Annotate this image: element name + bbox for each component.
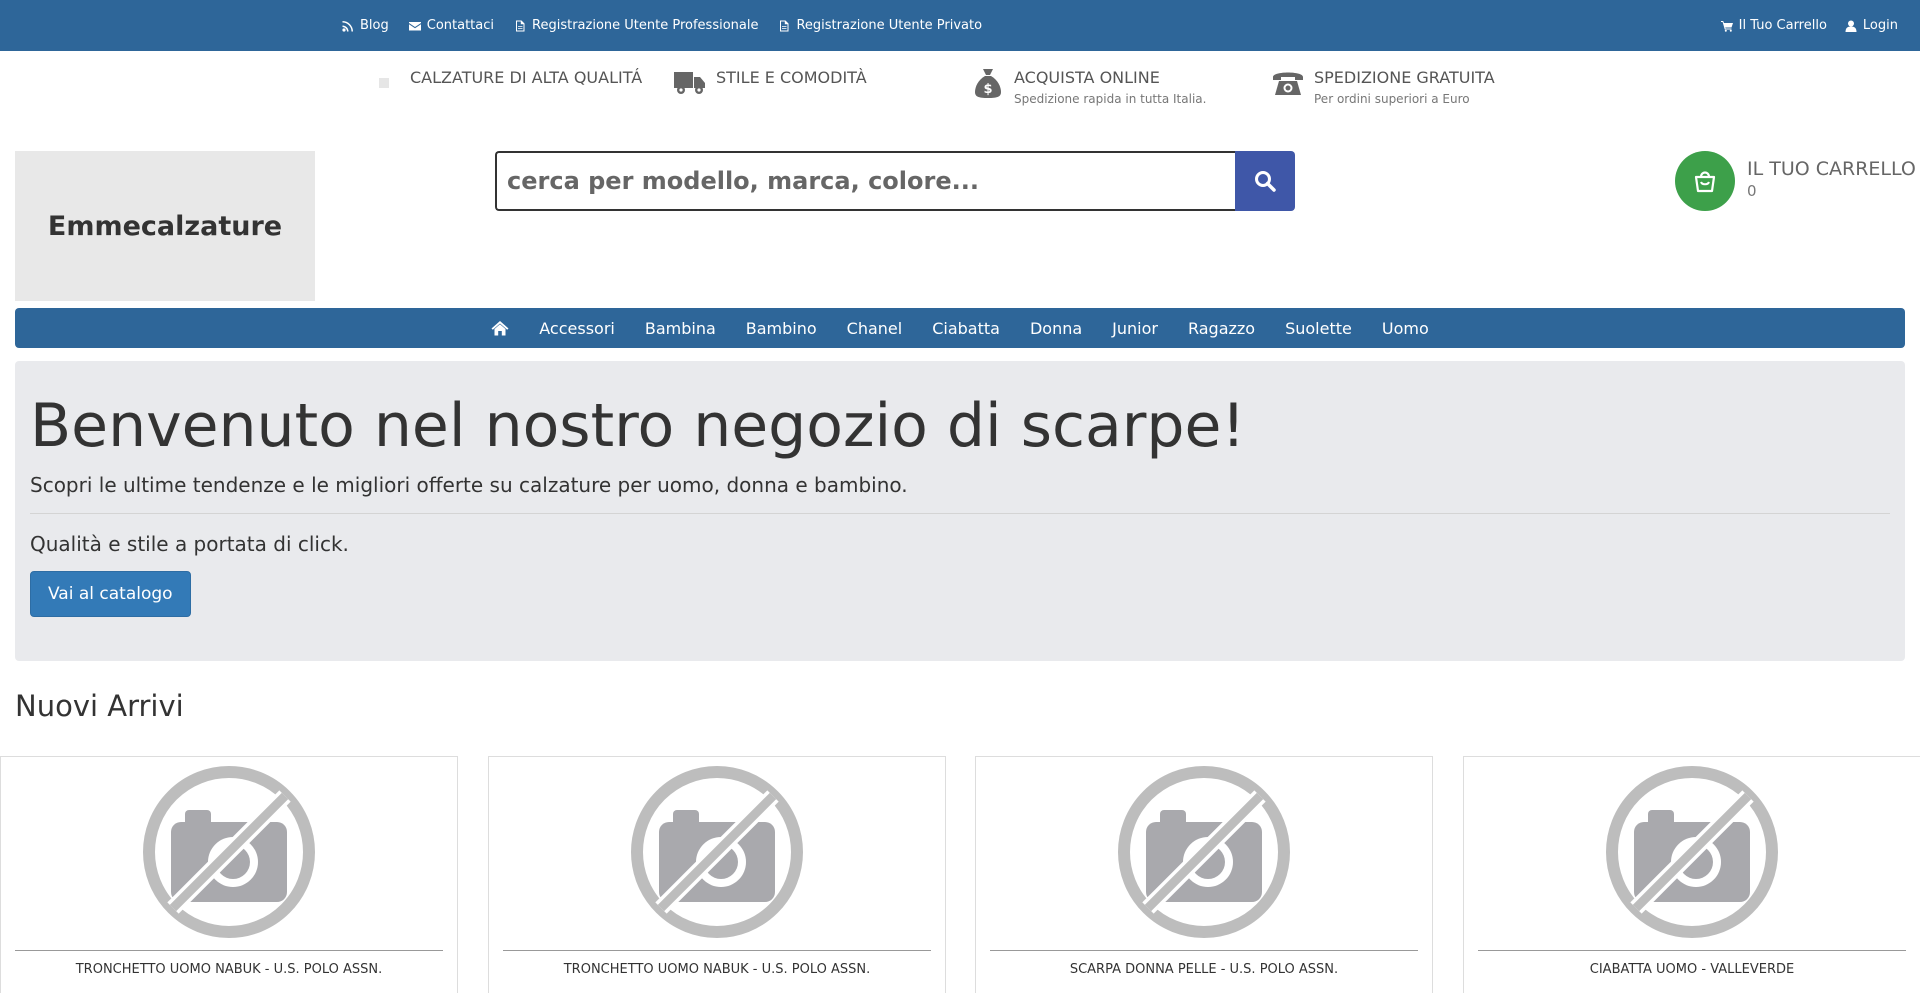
feature-style: Stile e comodità — [674, 67, 867, 99]
product-grid: TRONCHETTO UOMO NABUK - U.S. POLO ASSN. … — [0, 756, 1920, 993]
no-photo-icon — [631, 766, 803, 938]
contact-link[interactable]: Contattaci — [408, 18, 495, 33]
rss-icon — [342, 20, 353, 32]
hero-divider — [30, 513, 1890, 514]
catalog-button[interactable]: Vai al catalogo — [30, 571, 191, 617]
envelope-icon — [408, 21, 421, 30]
image-placeholder-icon — [368, 67, 400, 99]
product-card[interactable]: TRONCHETTO UOMO NABUK - U.S. POLO ASSN. — [0, 756, 458, 993]
hero-title: Benvenuto nel nostro negozio di scarpe! — [30, 391, 1246, 461]
register-professional-label: Registrazione Utente Professionale — [532, 18, 759, 33]
header-cart-count: 0 — [1747, 182, 1757, 200]
product-divider — [15, 950, 443, 951]
nav-item-ragazzo[interactable]: Ragazzo — [1173, 319, 1270, 338]
feature-style-title: Stile e comodità — [716, 68, 867, 87]
document-icon — [516, 20, 525, 31]
register-professional-link[interactable]: Registrazione Utente Professionale — [514, 18, 758, 33]
contact-link-label: Contattaci — [426, 18, 495, 33]
home-icon — [491, 321, 509, 336]
feature-quality: Calzature di alta qualitá — [368, 67, 642, 99]
product-divider — [1478, 950, 1906, 951]
product-card[interactable]: SCARPA DONNA PELLE - U.S. POLO ASSN. — [975, 756, 1433, 993]
user-icon — [1845, 20, 1857, 32]
document-icon — [780, 20, 789, 31]
feature-online-title: Acquista online — [1014, 68, 1160, 87]
nav-item-donna[interactable]: Donna — [1015, 319, 1097, 338]
nav-item-uomo[interactable]: Uomo — [1367, 319, 1444, 338]
login-link[interactable]: Login — [1845, 18, 1898, 33]
feature-online: $ Acquista online Spedizione rapida in t… — [972, 67, 1206, 109]
nav-item-bambina[interactable]: Bambina — [630, 319, 731, 338]
telephone-icon — [1272, 67, 1304, 99]
no-photo-icon — [1118, 766, 1290, 938]
site-logo[interactable]: Emmecalzature — [15, 151, 315, 301]
top-bar-account: Il Tuo Carrello Login — [1720, 0, 1898, 51]
hero-text: Qualità e stile a portata di click. — [30, 532, 349, 556]
nav-item-suolette[interactable]: Suolette — [1270, 319, 1367, 338]
shopping-bag-icon — [1675, 151, 1735, 211]
nav-item-junior[interactable]: Junior — [1097, 319, 1173, 338]
search-input[interactable] — [495, 151, 1235, 211]
svg-text:$: $ — [983, 82, 992, 97]
hero-lead: Scopri le ultime tendenze e le migliori … — [30, 473, 908, 497]
register-private-link[interactable]: Registrazione Utente Privato — [778, 18, 982, 33]
product-card[interactable]: TRONCHETTO UOMO NABUK - U.S. POLO ASSN. — [488, 756, 946, 993]
header-cart-title: Il Tuo Carrello — [1747, 158, 1916, 180]
truck-icon — [674, 67, 706, 99]
product-divider — [990, 950, 1418, 951]
product-name[interactable]: TRONCHETTO UOMO NABUK - U.S. POLO ASSN. — [489, 962, 945, 977]
top-bar-links: Blog Contattaci Registrazione Utente Pro… — [342, 0, 982, 51]
search-bar — [495, 151, 1295, 211]
header-cart[interactable]: Il Tuo Carrello 0 — [1675, 151, 1916, 211]
feature-shipping-title: Spedizione gratuita — [1314, 68, 1495, 87]
feature-quality-title: Calzature di alta qualitá — [410, 68, 643, 87]
blog-link-label: Blog — [360, 18, 389, 33]
nav-item-accessori[interactable]: Accessori — [524, 319, 630, 338]
search-icon — [1255, 171, 1276, 192]
no-photo-icon — [143, 766, 315, 938]
product-divider — [503, 950, 931, 951]
feature-shipping-subtitle: Per ordini superiori a Euro — [1314, 92, 1470, 106]
top-cart-label: Il Tuo Carrello — [1738, 18, 1827, 33]
logo-text: Emmecalzature — [47, 210, 283, 242]
product-name[interactable]: SCARPA DONNA PELLE - U.S. POLO ASSN. — [976, 962, 1432, 977]
nav-item-ciabatta[interactable]: Ciabatta — [917, 319, 1015, 338]
money-bag-icon: $ — [972, 67, 1004, 99]
top-cart-link[interactable]: Il Tuo Carrello — [1720, 18, 1827, 33]
product-name[interactable]: TRONCHETTO UOMO NABUK - U.S. POLO ASSN. — [1, 962, 457, 977]
cart-icon — [1720, 20, 1733, 32]
nav-item-bambino[interactable]: Bambino — [731, 319, 832, 338]
product-card[interactable]: CIABATTA UOMO - VALLEVERDE — [1463, 756, 1920, 993]
feature-online-subtitle: Spedizione rapida in tutta Italia. — [1014, 92, 1207, 106]
features-row: Calzature di alta qualitá Stile e comodi… — [0, 51, 1920, 151]
hero-banner: Benvenuto nel nostro negozio di scarpe! … — [15, 361, 1905, 661]
new-arrivals-title: Nuovi Arrivi — [15, 689, 184, 723]
no-photo-icon — [1606, 766, 1778, 938]
login-label: Login — [1862, 18, 1898, 33]
register-private-label: Registrazione Utente Privato — [796, 18, 983, 33]
nav-home[interactable] — [476, 320, 524, 336]
feature-shipping: Spedizione gratuita Per ordini superiori… — [1272, 67, 1495, 109]
product-name[interactable]: CIABATTA UOMO - VALLEVERDE — [1464, 962, 1920, 977]
nav-item-chanel[interactable]: Chanel — [832, 319, 918, 338]
main-nav: Accessori Bambina Bambino Chanel Ciabatt… — [15, 308, 1905, 348]
blog-link[interactable]: Blog — [342, 18, 389, 33]
top-bar: Blog Contattaci Registrazione Utente Pro… — [0, 0, 1920, 51]
search-button[interactable] — [1235, 151, 1295, 211]
